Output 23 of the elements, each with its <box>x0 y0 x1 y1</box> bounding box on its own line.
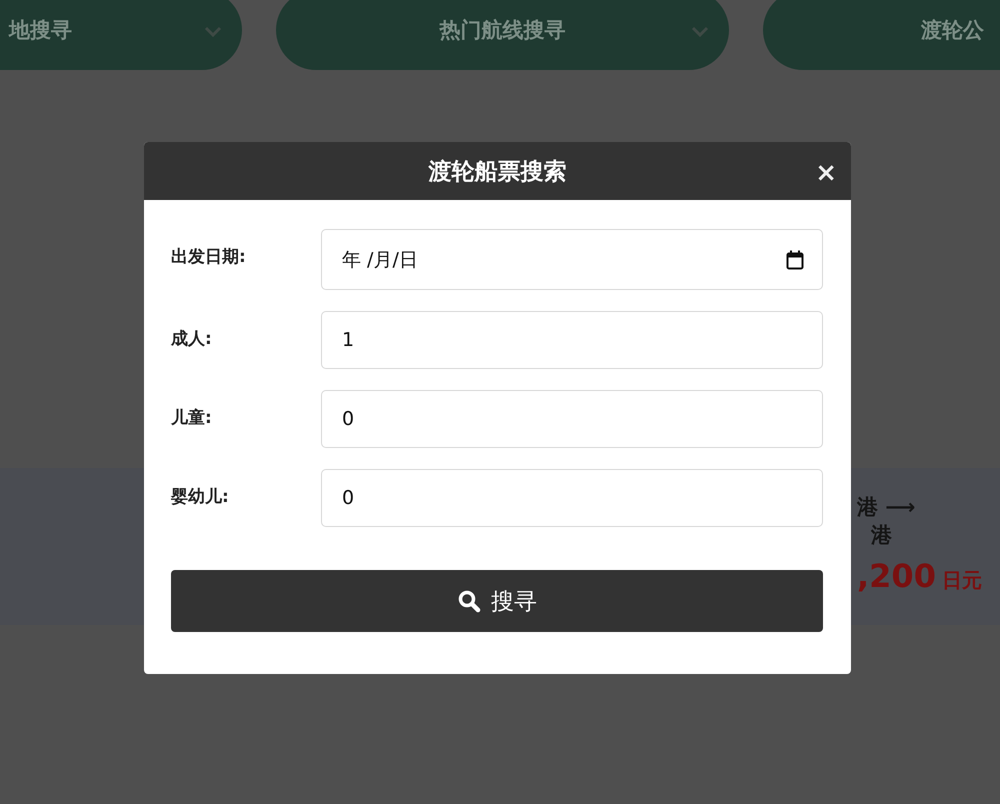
tab-label: 渡轮公 <box>921 17 984 44</box>
calendar-icon[interactable] <box>786 250 804 270</box>
route-price: ,200 <box>857 557 936 595</box>
category-tab[interactable]: 渡轮公 <box>763 0 1000 70</box>
search-icon <box>457 589 481 613</box>
category-tab[interactable]: 地搜寻 <box>0 0 242 70</box>
field-label: 成人: <box>171 328 213 350</box>
number-field[interactable]: 1 <box>321 311 823 369</box>
dialog-title: 渡轮船票搜索 <box>428 158 566 186</box>
tab-label: 热门航线搜寻 <box>440 17 566 44</box>
field-label: 婴幼儿: <box>171 486 230 508</box>
route-to: 港 <box>871 522 892 549</box>
search-button[interactable]: 搜寻 <box>171 570 823 632</box>
field-label: 儿童: <box>171 407 213 429</box>
tab-label: 地搜寻 <box>9 17 72 44</box>
number-field[interactable]: 0 <box>321 469 823 527</box>
price-unit: 日元 <box>942 567 982 594</box>
route-from: 港 ⟶ <box>857 494 916 521</box>
number-field[interactable]: 0 <box>321 390 823 448</box>
date-field[interactable]: 年 /月/日 <box>321 229 823 290</box>
field-label: 出发日期: <box>171 246 247 268</box>
category-tab[interactable]: 热门航线搜寻 <box>276 0 729 70</box>
close-button[interactable]: × <box>815 160 837 186</box>
